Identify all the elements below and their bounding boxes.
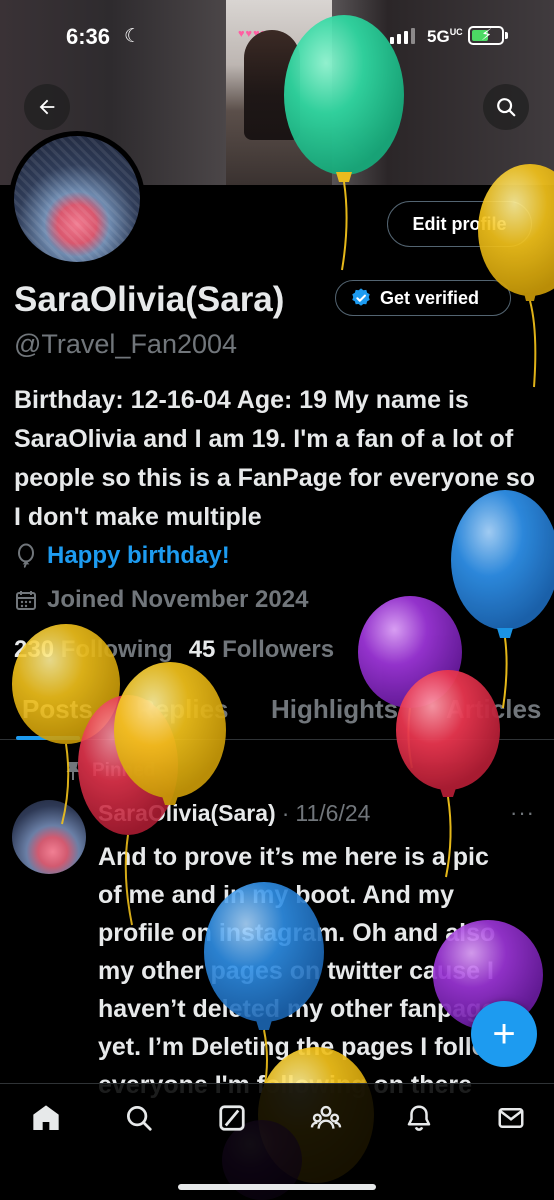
- follow-stats: 230 Following 45 Followers: [14, 636, 334, 664]
- tab-replies[interactable]: Replies: [136, 694, 229, 725]
- get-verified-label: Get verified: [380, 287, 480, 308]
- nav-grok[interactable]: [214, 1100, 250, 1136]
- post-author-avatar[interactable]: [12, 800, 86, 874]
- search-icon: [127, 1106, 152, 1131]
- pinned-label: Pinned: [92, 760, 156, 781]
- nav-messages[interactable]: [493, 1100, 529, 1136]
- back-button[interactable]: [24, 84, 70, 130]
- grok-icon: [219, 1105, 245, 1131]
- tab-articles[interactable]: Articles: [446, 694, 541, 725]
- nav-communities[interactable]: [308, 1100, 344, 1136]
- display-name: SaraOlivia(Sara): [14, 280, 285, 319]
- get-verified-button[interactable]: Get verified: [335, 280, 511, 316]
- profile-bio: Birthday: 12-16-04 Age: 19 My name is Sa…: [14, 386, 535, 531]
- birthday-row[interactable]: Happy birthday!: [14, 542, 230, 570]
- arrow-left-icon: [39, 99, 55, 115]
- nav-notifications[interactable]: [401, 1100, 437, 1136]
- yellow-balloon-right: [478, 164, 554, 388]
- home-icon: [33, 1105, 59, 1130]
- joined-text: Joined November 2024: [47, 586, 309, 613]
- home-indicator[interactable]: [178, 1184, 376, 1190]
- bottom-nav: [0, 1083, 554, 1200]
- messages-icon: [498, 1108, 524, 1128]
- calendar-icon: [16, 591, 36, 610]
- battery-icon: ⚡: [468, 26, 508, 45]
- active-tab-indicator: [16, 736, 80, 740]
- tab-posts[interactable]: Posts: [22, 694, 93, 725]
- verified-badge-icon: [352, 288, 370, 306]
- nav-search[interactable]: [121, 1100, 157, 1136]
- following-link[interactable]: 230 Following: [14, 636, 173, 664]
- communities-icon: [310, 1105, 342, 1129]
- nav-home[interactable]: [28, 1100, 64, 1136]
- search-icon: [497, 98, 516, 117]
- pinned-indicator: Pinned: [64, 760, 155, 782]
- profile-avatar[interactable]: [9, 131, 145, 267]
- search-button[interactable]: [483, 84, 529, 130]
- post-author-name[interactable]: SaraOlivia(Sara): [98, 800, 276, 827]
- profile-tabs: Posts Replies Highlights Articles: [0, 688, 554, 740]
- post-text: And to prove it’s me here is a pic of me…: [98, 843, 507, 1099]
- edit-profile-button[interactable]: Edit profile: [387, 201, 532, 247]
- status-bar: 6:36 ☾ 5GUC ⚡: [0, 0, 554, 70]
- more-options-icon[interactable]: ···: [510, 800, 535, 826]
- pin-icon: [66, 762, 80, 780]
- post-separator: ·: [281, 800, 290, 826]
- balloon-icon: [18, 543, 34, 568]
- status-time: 6:36: [66, 24, 111, 49]
- post-header: SaraOlivia(Sara) · 11/6/24: [98, 800, 370, 827]
- tab-highlights[interactable]: Highlights: [271, 694, 398, 725]
- network-type: 5GUC: [427, 27, 463, 46]
- purple-balloon-mid: [358, 596, 462, 769]
- cellular-signal-icon: [390, 28, 415, 44]
- username-handle: @Travel_Fan2004: [14, 329, 238, 359]
- post-date[interactable]: 11/6/24: [295, 800, 370, 827]
- followers-link[interactable]: 45 Followers: [189, 636, 334, 664]
- birthday-text[interactable]: Happy birthday!: [47, 542, 230, 570]
- focus-moon-icon: ☾: [124, 26, 142, 47]
- joined-row: Joined November 2024: [14, 586, 308, 614]
- compose-button[interactable]: +: [471, 1001, 537, 1067]
- notifications-icon: [407, 1105, 431, 1131]
